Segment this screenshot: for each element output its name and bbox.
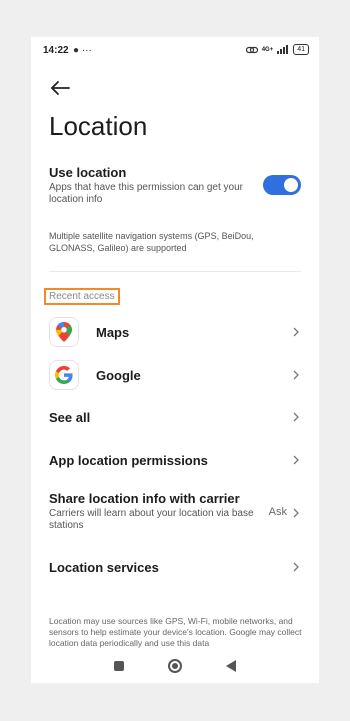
see-all-row[interactable]: See all: [49, 405, 301, 429]
share-carrier-value: Ask: [268, 506, 287, 518]
see-all-label: See all: [49, 409, 91, 425]
use-location-toggle[interactable]: [263, 175, 301, 195]
status-bar: 14:22 ● ··· 4G+ 41: [43, 43, 309, 59]
phone-screen: 14:22 ● ··· 4G+ 41 Location Use location…: [31, 37, 319, 683]
footer-note: Location may use sources like GPS, Wi-Fi…: [49, 616, 302, 648]
recent-app-name: Maps: [96, 324, 130, 340]
back-arrow-icon[interactable]: [49, 77, 71, 99]
share-carrier-row[interactable]: Share location info with carrier Carrier…: [49, 491, 301, 537]
recent-app-name: Google: [96, 367, 141, 383]
share-carrier-subtitle: Carriers will learn about your location …: [49, 508, 254, 531]
notification-icons: ● ···: [73, 45, 92, 56]
recents-button[interactable]: [114, 661, 124, 671]
network-type: 4G+: [261, 46, 274, 53]
use-location-row[interactable]: Use location Apps that have this permiss…: [49, 165, 255, 206]
share-carrier-text: Share location info with carrier Carrier…: [49, 491, 259, 532]
home-button[interactable]: [168, 659, 182, 673]
page-title: Location: [49, 111, 148, 141]
share-carrier-title: Share location info with carrier: [49, 491, 240, 506]
location-services-label: Location services: [49, 559, 159, 575]
chevron-right-icon: [293, 412, 299, 422]
signal-icon: [277, 45, 289, 54]
chevron-right-icon: [293, 562, 299, 572]
link-icon: [245, 46, 258, 53]
status-time: 14:22: [43, 45, 69, 56]
use-location-subtitle: Apps that have this permission can get y…: [49, 182, 243, 205]
battery-indicator: 41: [293, 44, 309, 55]
back-button[interactable]: [226, 660, 236, 672]
recent-app-google[interactable]: Google: [49, 359, 301, 391]
chevron-right-icon: [293, 327, 299, 337]
chevron-right-icon: [293, 508, 299, 518]
recent-app-maps[interactable]: Maps: [49, 316, 301, 348]
status-right: 4G+ 41: [245, 44, 309, 55]
app-location-permissions-row[interactable]: App location permissions: [49, 448, 301, 472]
location-services-row[interactable]: Location services: [49, 555, 301, 579]
home-icon: [172, 663, 178, 669]
gnss-note: Multiple satellite navigation systems (G…: [49, 231, 254, 253]
use-location-title: Use location: [49, 165, 127, 180]
navigation-bar: [31, 653, 319, 679]
chevron-right-icon: [293, 370, 299, 380]
recent-access-label: Recent access: [44, 288, 120, 305]
google-icon: [49, 360, 79, 390]
divider: [49, 271, 301, 272]
google-maps-icon: [49, 317, 79, 347]
app-location-permissions-label: App location permissions: [49, 452, 208, 468]
chevron-right-icon: [293, 455, 299, 465]
toggle-knob: [284, 178, 298, 192]
